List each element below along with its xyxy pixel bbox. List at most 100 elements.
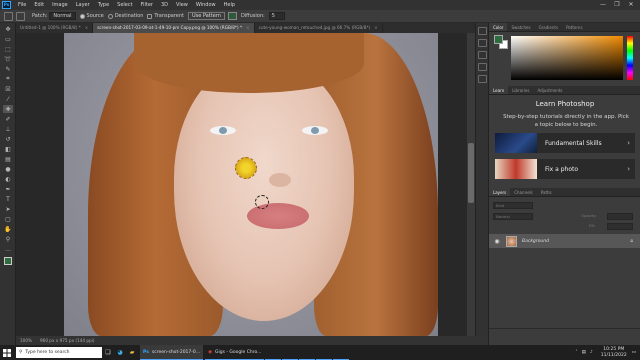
- layer-name[interactable]: Background: [522, 239, 630, 244]
- hue-slider[interactable]: [627, 36, 633, 80]
- blur-tool-icon[interactable]: ●: [3, 165, 13, 173]
- tab-screen-shot[interactable]: screen-shot-2017-03-09-at-1-49-10-pm Cop…: [93, 23, 255, 33]
- hand-tool-icon[interactable]: ✋: [3, 225, 13, 233]
- character-panel-icon[interactable]: [478, 63, 487, 71]
- document-canvas[interactable]: [16, 33, 475, 336]
- taskbar-search-box[interactable]: ⚲ Type here to search: [16, 347, 102, 358]
- file-explorer-icon[interactable]: ▰: [126, 345, 138, 360]
- network-icon[interactable]: ▤: [582, 350, 586, 355]
- spot-heal-tool-icon[interactable]: ✚: [3, 105, 13, 113]
- taskbar-app-window[interactable]: [282, 345, 299, 360]
- move-tool-icon[interactable]: ✥: [3, 25, 13, 33]
- pattern-swatch[interactable]: [227, 12, 237, 20]
- properties-panel-icon[interactable]: [478, 39, 487, 47]
- menu-image[interactable]: Image: [48, 2, 72, 8]
- menu-window[interactable]: Window: [192, 2, 220, 8]
- frame-tool-icon[interactable]: ☒: [3, 85, 13, 93]
- zoom-level[interactable]: 100%: [20, 338, 32, 343]
- menu-select[interactable]: Select: [113, 2, 136, 8]
- history-brush-tool-icon[interactable]: ↺: [3, 135, 13, 143]
- transparent-checkbox[interactable]: [147, 13, 153, 19]
- tab-swatches[interactable]: Swatches: [507, 23, 534, 31]
- photoshop-logo-icon[interactable]: Ps: [2, 1, 11, 9]
- tab-untitled-1[interactable]: Untitled-1 @ 100% (RGB/8) * ×: [16, 23, 94, 33]
- eye-icon[interactable]: ◉: [492, 238, 502, 245]
- eraser-tool-icon[interactable]: ◧: [3, 145, 13, 153]
- volume-icon[interactable]: ♪: [590, 350, 593, 355]
- artboard-tool-icon[interactable]: ▭: [3, 35, 13, 43]
- type-tool-icon[interactable]: T: [3, 195, 13, 203]
- layer-row-background[interactable]: ◉ Background 🔒︎: [489, 234, 640, 248]
- taskbar-app-chrome[interactable]: ◉ Gigs - Google Chro...: [205, 345, 265, 360]
- pen-tool-icon[interactable]: ✒: [3, 185, 13, 193]
- scrollbar-thumb[interactable]: [468, 143, 474, 203]
- tab-cute-young-woman[interactable]: cute-young-woman_retouched.jpg @ 66.7% (…: [255, 23, 383, 33]
- foreground-color-swatch[interactable]: [494, 35, 503, 44]
- restore-icon[interactable]: ❐: [610, 0, 624, 10]
- shape-tool-icon[interactable]: ▢: [3, 215, 13, 223]
- portrait-photo[interactable]: [64, 33, 438, 336]
- paragraph-panel-icon[interactable]: [478, 75, 487, 83]
- menu-help[interactable]: Help: [220, 2, 239, 8]
- color-picker-field[interactable]: [511, 36, 623, 80]
- tab-patterns[interactable]: Patterns: [562, 23, 586, 31]
- tab-learn[interactable]: Learn: [489, 86, 509, 94]
- menu-file[interactable]: File: [14, 2, 30, 8]
- patch-tool-icon[interactable]: [4, 11, 13, 21]
- taskbar-app-window[interactable]: [299, 345, 316, 360]
- tab-color[interactable]: Color: [489, 23, 508, 31]
- menu-type[interactable]: Type: [94, 2, 113, 8]
- use-pattern-button[interactable]: Use Pattern: [188, 12, 225, 20]
- menu-view[interactable]: View: [172, 2, 192, 8]
- layer-kind-filter[interactable]: Kind: [493, 202, 533, 209]
- edge-icon[interactable]: ◕: [114, 345, 126, 360]
- lock-icon[interactable]: 🔒︎: [630, 238, 633, 244]
- tab-gradients[interactable]: Gradients: [535, 23, 563, 31]
- more-tools-icon[interactable]: …: [3, 245, 13, 253]
- tab-adjustments[interactable]: Adjustments: [533, 86, 566, 94]
- marquee-tool-icon[interactable]: ⬚: [3, 45, 13, 53]
- clock[interactable]: 10:25 PM 11/11/2022: [601, 347, 627, 359]
- taskbar-app-photoshop[interactable]: Ps screen-shot-2017-0...: [140, 345, 204, 360]
- chevron-up-icon[interactable]: ˄: [575, 350, 577, 355]
- canvas-vertical-scrollbar[interactable]: [467, 33, 475, 336]
- windows-start-icon[interactable]: [0, 345, 14, 360]
- menu-3d[interactable]: 3D: [157, 2, 172, 8]
- notification-icon[interactable]: ▭: [632, 350, 636, 355]
- taskbar-app-window[interactable]: [316, 345, 333, 360]
- diffusion-input[interactable]: 5: [268, 12, 285, 20]
- destination-radio[interactable]: [107, 13, 113, 19]
- lasso-tool-icon[interactable]: ➰: [3, 55, 13, 63]
- dodge-tool-icon[interactable]: ◐: [3, 175, 13, 183]
- patch-mode-select[interactable]: Normal: [49, 12, 76, 20]
- close-icon[interactable]: ✕: [624, 0, 638, 10]
- tab-libraries[interactable]: Libraries: [508, 86, 533, 94]
- path-select-tool-icon[interactable]: ➤: [3, 205, 13, 213]
- fg-bg-color-icon[interactable]: [3, 255, 13, 267]
- task-view-icon[interactable]: ❏: [102, 345, 114, 360]
- menu-filter[interactable]: Filter: [137, 2, 157, 8]
- zoom-tool-icon[interactable]: ⚲: [3, 235, 13, 243]
- brush-settings-icon[interactable]: [478, 51, 487, 59]
- tab-paths[interactable]: Paths: [537, 188, 556, 196]
- tab-channels[interactable]: Channels: [510, 188, 537, 196]
- brush-tool-icon[interactable]: ✐: [3, 115, 13, 123]
- learn-card-fundamental-skills[interactable]: Fundamental Skills ›: [495, 133, 635, 153]
- taskbar-app-window[interactable]: [265, 345, 282, 360]
- blend-mode-select[interactable]: Normal: [493, 213, 533, 220]
- opacity-input[interactable]: [607, 213, 633, 220]
- crop-tool-icon[interactable]: ⌗: [3, 75, 13, 83]
- clone-stamp-tool-icon[interactable]: ⊥: [3, 125, 13, 133]
- source-radio[interactable]: [79, 13, 85, 19]
- menu-edit[interactable]: Edit: [30, 2, 48, 8]
- learn-card-fix-a-photo[interactable]: Fix a photo ›: [495, 159, 635, 179]
- taskbar-app-window[interactable]: [333, 345, 350, 360]
- quick-select-tool-icon[interactable]: ✎: [3, 65, 13, 73]
- eyedropper-tool-icon[interactable]: ⁄: [3, 95, 13, 103]
- foreground-background-swatches[interactable]: [494, 35, 508, 49]
- tab-layers[interactable]: Layers: [489, 188, 511, 196]
- selection-mode-icon[interactable]: [16, 11, 25, 21]
- fill-input[interactable]: [607, 223, 633, 230]
- menu-layer[interactable]: Layer: [72, 2, 94, 8]
- minimize-icon[interactable]: —: [596, 0, 610, 10]
